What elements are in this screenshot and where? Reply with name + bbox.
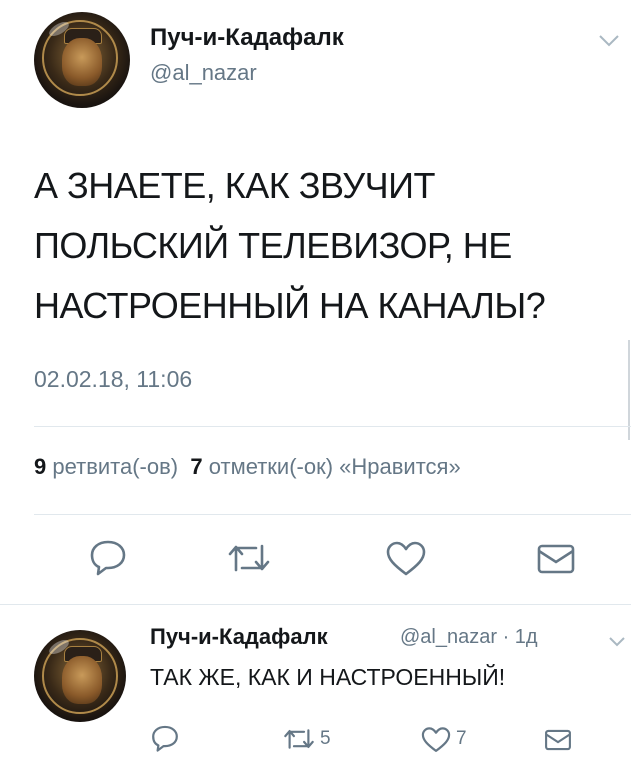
envelope-icon[interactable] [544,728,572,752]
retweet-count: 9 [34,454,47,479]
envelope-icon[interactable] [536,542,576,576]
avatar[interactable] [34,12,130,108]
tweet-text-line: НАСТРОЕННЫЙ НА КАНАЛЫ? [34,285,546,326]
like-count: 7 [190,454,203,479]
scrollbar[interactable] [628,340,630,440]
like-label: отметки(-ок) «Нравится» [208,454,461,479]
heart-icon[interactable] [420,726,452,754]
timestamp[interactable]: 02.02.18, 11:06 [34,366,192,393]
retweet-icon[interactable] [226,540,272,576]
main-tweet: Пуч-и-Кадафалк @al_nazar А ЗНАЕТЕ, КАК З… [0,0,631,600]
heart-icon[interactable] [384,540,428,578]
tweet-text-line: А ЗНАЕТЕ, КАК ЗВУЧИТ [34,165,436,206]
tweet-text: А ЗНАЕТЕ, КАК ЗВУЧИТ ПОЛЬСКИЙ ТЕЛЕВИЗОР,… [34,156,624,336]
author-name[interactable]: Пуч-и-Кадафалк [150,24,344,52]
author-handle[interactable]: @al_nazar [150,60,257,86]
reply-retweet-count: 5 [320,728,331,749]
reply-author-name[interactable]: Пуч-и-Кадафалк [150,624,328,650]
reply-icon[interactable] [88,538,128,576]
divider [34,426,631,427]
tweet-text-line: ПОЛЬСКИЙ ТЕЛЕВИЗОР, НЕ [34,225,512,266]
chevron-down-icon[interactable] [598,34,620,48]
reply-icon[interactable] [150,724,180,752]
reply-like-count: 7 [456,728,467,749]
reply-text: ТАК ЖЕ, КАК И НАСТРОЕННЫЙ! [150,664,506,690]
avatar[interactable] [34,630,126,722]
divider [34,514,631,515]
engagement-stats[interactable]: 9 ретвита(-ов) 7 отметки(-ок) «Нравится» [34,454,461,480]
retweet-icon[interactable] [282,726,316,752]
reply-meta[interactable]: @al_nazar · 1д [400,626,538,649]
retweet-label: ретвита(-ов) [52,454,179,479]
chevron-down-icon[interactable] [608,636,626,648]
